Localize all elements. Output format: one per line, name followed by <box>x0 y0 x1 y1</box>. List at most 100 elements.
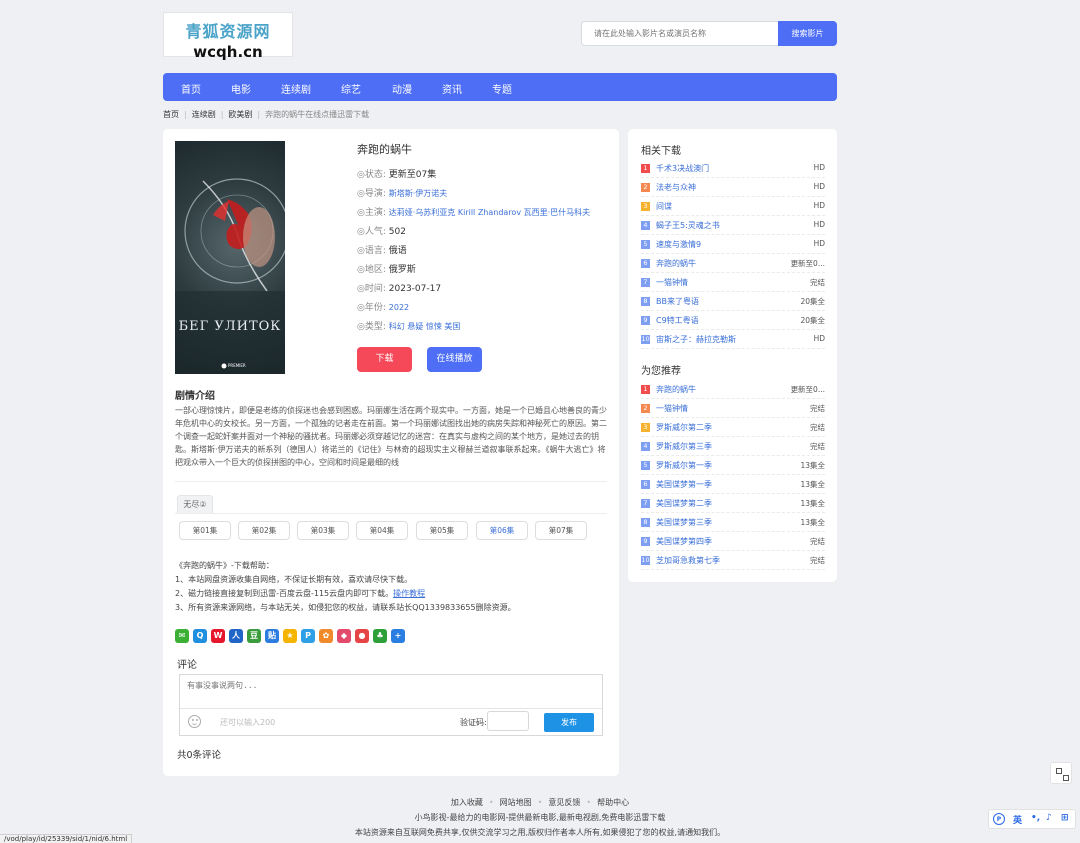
related-list-item[interactable]: 1 千术3决战澳门 HD <box>641 159 825 178</box>
related-list-item[interactable]: 7 一猫钟情 完结 <box>641 273 825 292</box>
item-title-link[interactable]: C9特工粤语 <box>656 315 699 326</box>
ime-punct-icon[interactable]: •, <box>1031 813 1040 823</box>
item-title-link[interactable]: 速度与激情9 <box>656 239 701 250</box>
movie-poster[interactable]: БЕГ УЛИТОК PREMIER <box>175 141 285 374</box>
tutorial-link[interactable]: 操作教程 <box>393 589 425 598</box>
recommend-list-item[interactable]: 7 美国谍梦第二季 13集全 <box>641 494 825 513</box>
douban-icon[interactable]: 豆 <box>247 629 261 643</box>
episode-button-06[interactable]: 第06集 <box>476 521 528 540</box>
kaixin-icon[interactable]: ✿ <box>319 629 333 643</box>
main-panel: БЕГ УЛИТОК PREMIER 奔跑的蜗牛 ◎状态: 更新至07集 ◎导演… <box>163 129 619 776</box>
item-title-link[interactable]: 罗斯威尔第二季 <box>656 422 712 433</box>
recommend-list-item[interactable]: 1 奔跑的蜗牛 更新至0... <box>641 380 825 399</box>
more-icon[interactable]: + <box>391 629 405 643</box>
related-list-item[interactable]: 8 BB来了粤语 20集全 <box>641 292 825 311</box>
recommend-list-item[interactable]: 5 罗斯威尔第一季 13集全 <box>641 456 825 475</box>
recommend-list-item[interactable]: 4 罗斯威尔第三季 完结 <box>641 437 825 456</box>
related-list-item[interactable]: 4 蝎子王5:灵魂之书 HD <box>641 216 825 235</box>
episode-button-02[interactable]: 第02集 <box>238 521 290 540</box>
item-title-link[interactable]: 法老与众神 <box>656 182 696 193</box>
recommend-list-item[interactable]: 2 一猫钟情 完结 <box>641 399 825 418</box>
site-logo[interactable]: 青狐资源网 wcqh.cn <box>163 12 293 61</box>
genre-links[interactable]: 科幻 悬疑 惊悚 美国 <box>389 322 461 331</box>
related-list-item[interactable]: 2 法老与众神 HD <box>641 178 825 197</box>
qq-icon[interactable]: Q <box>193 629 207 643</box>
nav-item-series[interactable]: 连续剧 <box>281 81 311 96</box>
ime-grid-icon[interactable]: ⊞ <box>1061 813 1069 823</box>
breadcrumb-series[interactable]: 连续剧 <box>192 110 216 119</box>
wechat-icon[interactable]: ✉ <box>175 629 189 643</box>
breadcrumb-home[interactable]: 首页 <box>163 110 179 119</box>
nav-item-news[interactable]: 资讯 <box>442 81 462 96</box>
footer-link-feedback[interactable]: 意见反馈 <box>548 798 580 807</box>
verify-code-input[interactable] <box>487 711 529 731</box>
comment-input[interactable] <box>180 675 602 709</box>
nav-item-anime[interactable]: 动漫 <box>392 81 412 96</box>
item-title-link[interactable]: 美国谍梦第四季 <box>656 536 712 547</box>
nav-item-movie[interactable]: 电影 <box>231 81 251 96</box>
clover-icon[interactable]: ♣ <box>373 629 387 643</box>
item-title-link[interactable]: BB来了粤语 <box>656 296 699 307</box>
related-list-item[interactable]: 3 间谍 HD <box>641 197 825 216</box>
item-title-link[interactable]: 宙斯之子：赫拉克勒斯 <box>656 334 736 345</box>
qrcode-icon[interactable] <box>1050 762 1072 784</box>
related-list-item[interactable]: 5 速度与激情9 HD <box>641 235 825 254</box>
netease-icon[interactable]: ● <box>355 629 369 643</box>
breadcrumb-category[interactable]: 欧美剧 <box>228 110 252 119</box>
nav-item-topics[interactable]: 专题 <box>492 81 512 96</box>
item-title-link[interactable]: 间谍 <box>656 201 672 212</box>
recommend-list-item[interactable]: 8 美国谍梦第三季 13集全 <box>641 513 825 532</box>
ime-lang-toggle[interactable]: 英 <box>1013 813 1022 826</box>
nav-item-home[interactable]: 首页 <box>181 81 201 96</box>
recommend-list-item[interactable]: 10 芝加哥急救第七季 完结 <box>641 551 825 570</box>
related-list-item[interactable]: 9 C9特工粤语 20集全 <box>641 311 825 330</box>
item-title-link[interactable]: 美国谍梦第三季 <box>656 517 712 528</box>
item-title-link[interactable]: 千术3决战澳门 <box>656 163 709 174</box>
search-button[interactable]: 搜索影片 <box>778 21 837 46</box>
episode-button-04[interactable]: 第04集 <box>356 521 408 540</box>
item-title-link[interactable]: 美国谍梦第二季 <box>656 498 712 509</box>
weibo-icon[interactable]: W <box>211 629 225 643</box>
pengyou-icon[interactable]: P <box>301 629 315 643</box>
item-title-link[interactable]: 蝎子王5:灵魂之书 <box>656 220 720 231</box>
footer-link-sitemap[interactable]: 网站地图 <box>500 798 532 807</box>
recommend-list-item[interactable]: 3 罗斯威尔第二季 完结 <box>641 418 825 437</box>
related-list-item[interactable]: 6 奔跑的蜗牛 更新至0... <box>641 254 825 273</box>
poster-brand: PREMIER <box>228 363 246 368</box>
director-link[interactable]: 斯塔斯·伊万诺夫 <box>389 189 448 198</box>
bookmark-icon[interactable]: ◆ <box>337 629 351 643</box>
item-title-link[interactable]: 奔跑的蜗牛 <box>656 384 696 395</box>
qzone-icon[interactable]: ★ <box>283 629 297 643</box>
episode-button-01[interactable]: 第01集 <box>179 521 231 540</box>
episode-button-07[interactable]: 第07集 <box>535 521 587 540</box>
year-link[interactable]: 2022 <box>389 303 409 312</box>
rank-badge: 10 <box>641 335 650 344</box>
item-title-link[interactable]: 芝加哥急救第七季 <box>656 555 720 566</box>
ime-mic-icon[interactable]: ♪ <box>1046 813 1052 823</box>
play-online-button[interactable]: 在线播放 <box>427 347 482 372</box>
source-tab[interactable]: 无尽② <box>177 495 213 513</box>
nav-item-variety[interactable]: 综艺 <box>341 81 361 96</box>
tieba-icon[interactable]: 贴 <box>265 629 279 643</box>
footer-link-favorite[interactable]: 加入收藏 <box>451 798 483 807</box>
submit-comment-button[interactable]: 发布 <box>544 713 594 732</box>
download-button[interactable]: 下载 <box>357 347 412 372</box>
episode-button-05[interactable]: 第05集 <box>416 521 468 540</box>
info-popularity: ◎人气: 502 <box>357 227 406 237</box>
search-input[interactable] <box>581 21 779 46</box>
recommend-list-item[interactable]: 6 美国谍梦第一季 13集全 <box>641 475 825 494</box>
emoji-icon[interactable] <box>188 715 201 728</box>
item-title-link[interactable]: 罗斯威尔第一季 <box>656 460 712 471</box>
footer-link-help[interactable]: 帮助中心 <box>597 798 629 807</box>
renren-icon[interactable]: 人 <box>229 629 243 643</box>
recommend-list-item[interactable]: 9 美国谍梦第四季 完结 <box>641 532 825 551</box>
ime-logo-icon[interactable]: P <box>993 813 1005 825</box>
item-title-link[interactable]: 一猫钟情 <box>656 403 688 414</box>
item-title-link[interactable]: 奔跑的蜗牛 <box>656 258 696 269</box>
cast-link[interactable]: 达莉娅·乌苏利亚克 Kirill Zhandarov 瓦西里·巴什马科夫 <box>389 208 590 217</box>
item-title-link[interactable]: 一猫钟情 <box>656 277 688 288</box>
episode-button-03[interactable]: 第03集 <box>297 521 349 540</box>
item-title-link[interactable]: 美国谍梦第一季 <box>656 479 712 490</box>
item-title-link[interactable]: 罗斯威尔第三季 <box>656 441 712 452</box>
related-list-item[interactable]: 10 宙斯之子：赫拉克勒斯 HD <box>641 330 825 349</box>
